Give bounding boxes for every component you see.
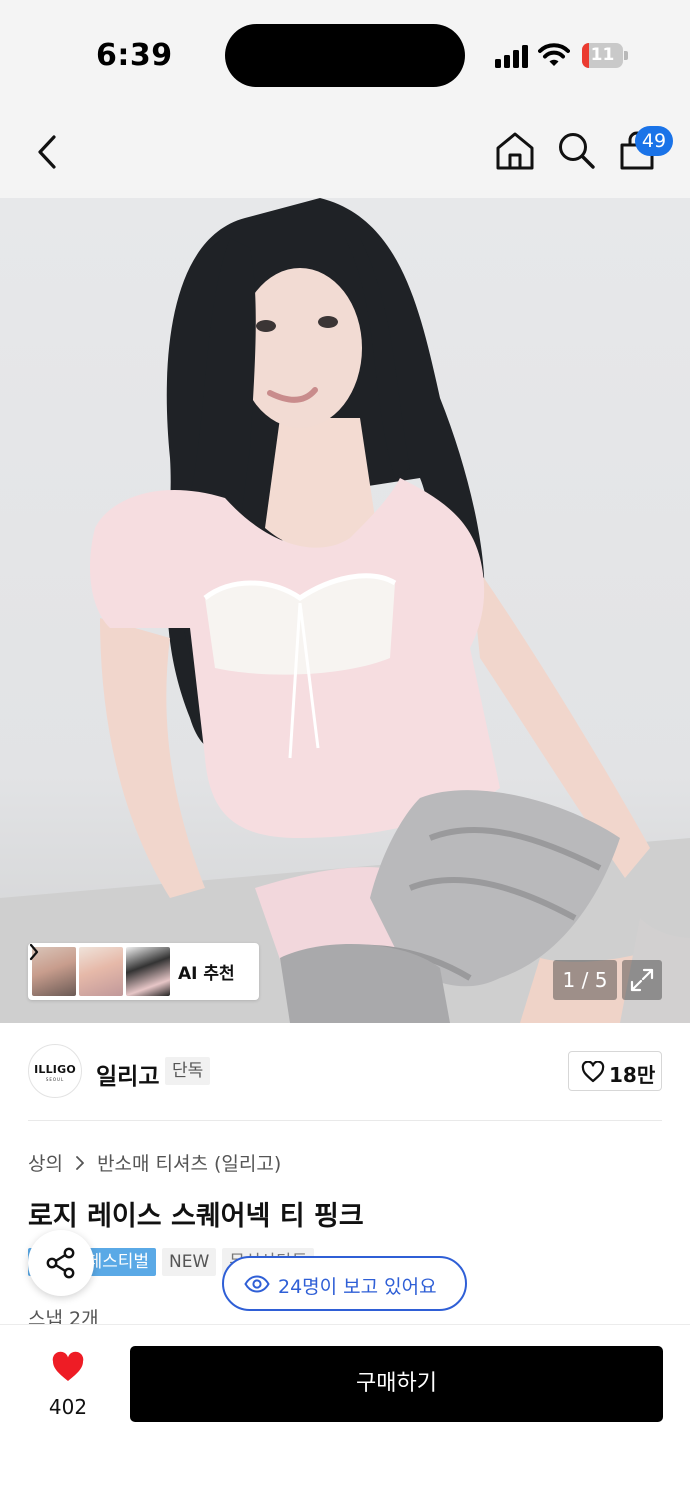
wishlist-button[interactable]: 402	[28, 1347, 108, 1427]
breadcrumb-item[interactable]: 상의	[28, 1153, 63, 1175]
wifi-icon	[538, 43, 570, 66]
breadcrumb-separator-icon	[75, 1153, 85, 1175]
live-viewers-text: 24명이 보고 있어요	[278, 1276, 437, 1298]
brand-like-button[interactable]: 18만	[568, 1051, 662, 1091]
top-navigation: 49	[0, 110, 690, 198]
heart-filled-icon	[52, 1351, 84, 1381]
buy-button[interactable]: 구매하기	[130, 1346, 663, 1422]
product-photo	[0, 198, 690, 1023]
cellular-signal-icon	[495, 44, 529, 68]
status-time: 6:39	[96, 38, 173, 73]
dynamic-island	[225, 24, 465, 87]
brand-logo-subtext: SEOUL	[45, 1077, 65, 1082]
chevron-right-icon	[29, 943, 39, 961]
chevron-left-icon[interactable]	[30, 132, 66, 172]
live-viewers-indicator: 24명이 보고 있어요	[222, 1256, 467, 1311]
product-title: 로지 레이스 스퀘어넥 티 핑크	[28, 1201, 364, 1232]
share-button[interactable]	[28, 1230, 94, 1296]
exclusive-badge: 단독	[165, 1057, 211, 1085]
ai-thumbnail-3[interactable]	[126, 947, 170, 996]
ai-recommendation[interactable]: AI 추천	[28, 943, 259, 1000]
brand-logo[interactable]: ILLIGO SEOUL	[28, 1044, 82, 1098]
cart-count-badge: 49	[635, 126, 673, 156]
image-page-indicator: 1 / 5	[553, 960, 617, 1000]
ai-recommendation-label: AI 추천	[178, 964, 235, 984]
tag-new: NEW	[162, 1248, 217, 1276]
share-icon	[46, 1247, 75, 1279]
battery-icon: 11	[582, 43, 628, 68]
breadcrumb: 상의 반소매 티셔츠 (일리고)	[28, 1149, 281, 1176]
bottom-action-bar: 402 구매하기	[0, 1324, 690, 1500]
wishlist-count: 402	[48, 1395, 88, 1419]
ai-thumbnail-2[interactable]	[79, 947, 123, 996]
search-icon[interactable]	[556, 130, 598, 172]
home-icon[interactable]	[494, 130, 536, 172]
divider	[28, 1120, 662, 1121]
brand-logo-text: ILLIGO	[34, 1063, 76, 1076]
snap-count[interactable]: 스냅 2개	[28, 1304, 99, 1325]
expand-arrows-icon[interactable]	[622, 960, 662, 1000]
breadcrumb-item[interactable]: 반소매 티셔츠 (일리고)	[97, 1153, 281, 1175]
battery-level: 11	[590, 45, 615, 65]
eye-icon	[244, 1275, 270, 1293]
status-bar: 6:39 11	[0, 0, 690, 110]
heart-outline-icon	[581, 1061, 605, 1083]
product-image-gallery[interactable]: AI 추천 1 / 5	[0, 198, 690, 1023]
brand-name[interactable]: 일리고	[96, 1057, 159, 1091]
brand-like-count: 18만	[609, 1063, 656, 1087]
